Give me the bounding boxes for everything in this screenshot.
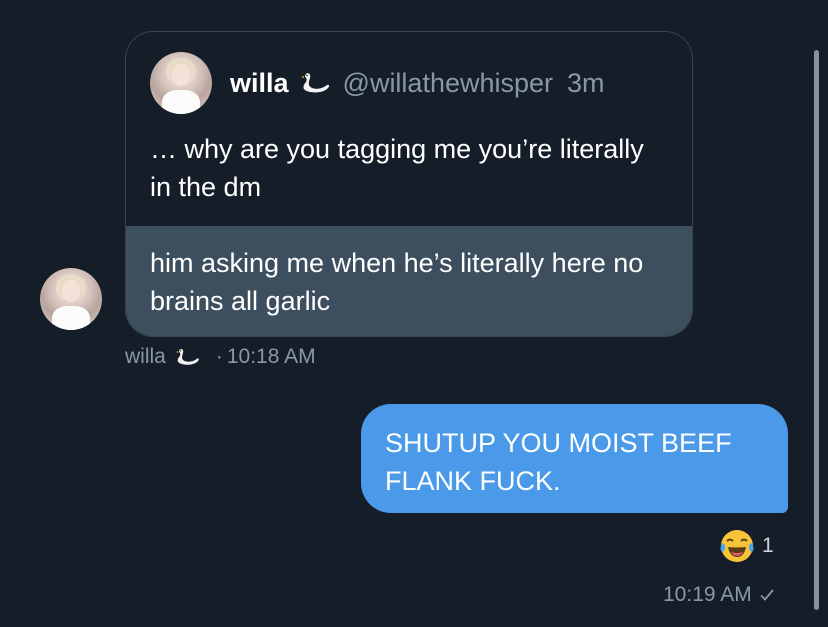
sender-avatar[interactable] xyxy=(40,268,102,330)
message-reaction[interactable]: 1 xyxy=(718,527,774,565)
reaction-count: 1 xyxy=(762,534,774,557)
meta-separator: · xyxy=(215,345,223,368)
quoted-tweet-time: 3m xyxy=(567,67,605,98)
sent-message-time: 10:19 AM xyxy=(663,583,752,606)
sent-message-bubble[interactable]: SHUTUP YOU MOIST BEEF FLANK FUCK. xyxy=(361,404,788,513)
received-message-meta: willa · 10:18 AM xyxy=(125,345,316,369)
checkmark-icon xyxy=(760,589,774,601)
swan-icon xyxy=(300,73,329,93)
quoted-tweet-header: willa @willathewhisper 3m xyxy=(150,52,605,114)
scrollbar[interactable] xyxy=(814,50,819,610)
sent-message-text: SHUTUP YOU MOIST BEEF FLANK FUCK. xyxy=(385,428,732,496)
quoted-author-name[interactable]: willa xyxy=(230,68,289,99)
received-message-time: 10:18 AM xyxy=(226,345,316,368)
quoted-author-handle[interactable]: @willathewhisper xyxy=(343,68,554,99)
received-message-bubble[interactable]: him asking me when he’s literally here n… xyxy=(126,226,692,336)
quoted-tweet-text: … why are you tagging me you’re literall… xyxy=(150,134,644,202)
swan-icon xyxy=(175,348,199,365)
dm-conversation: willa @willathewhisper 3m … why are you … xyxy=(0,0,828,627)
sender-name: willa xyxy=(125,345,166,368)
quoted-tweet-message[interactable]: willa @willathewhisper 3m … why are you … xyxy=(125,31,693,337)
sent-message-meta: 10:19 AM xyxy=(663,583,776,607)
quoted-author-avatar[interactable] xyxy=(150,52,212,114)
tears-of-joy-icon xyxy=(720,530,754,562)
received-message-text: him asking me when he’s literally here n… xyxy=(150,248,644,316)
